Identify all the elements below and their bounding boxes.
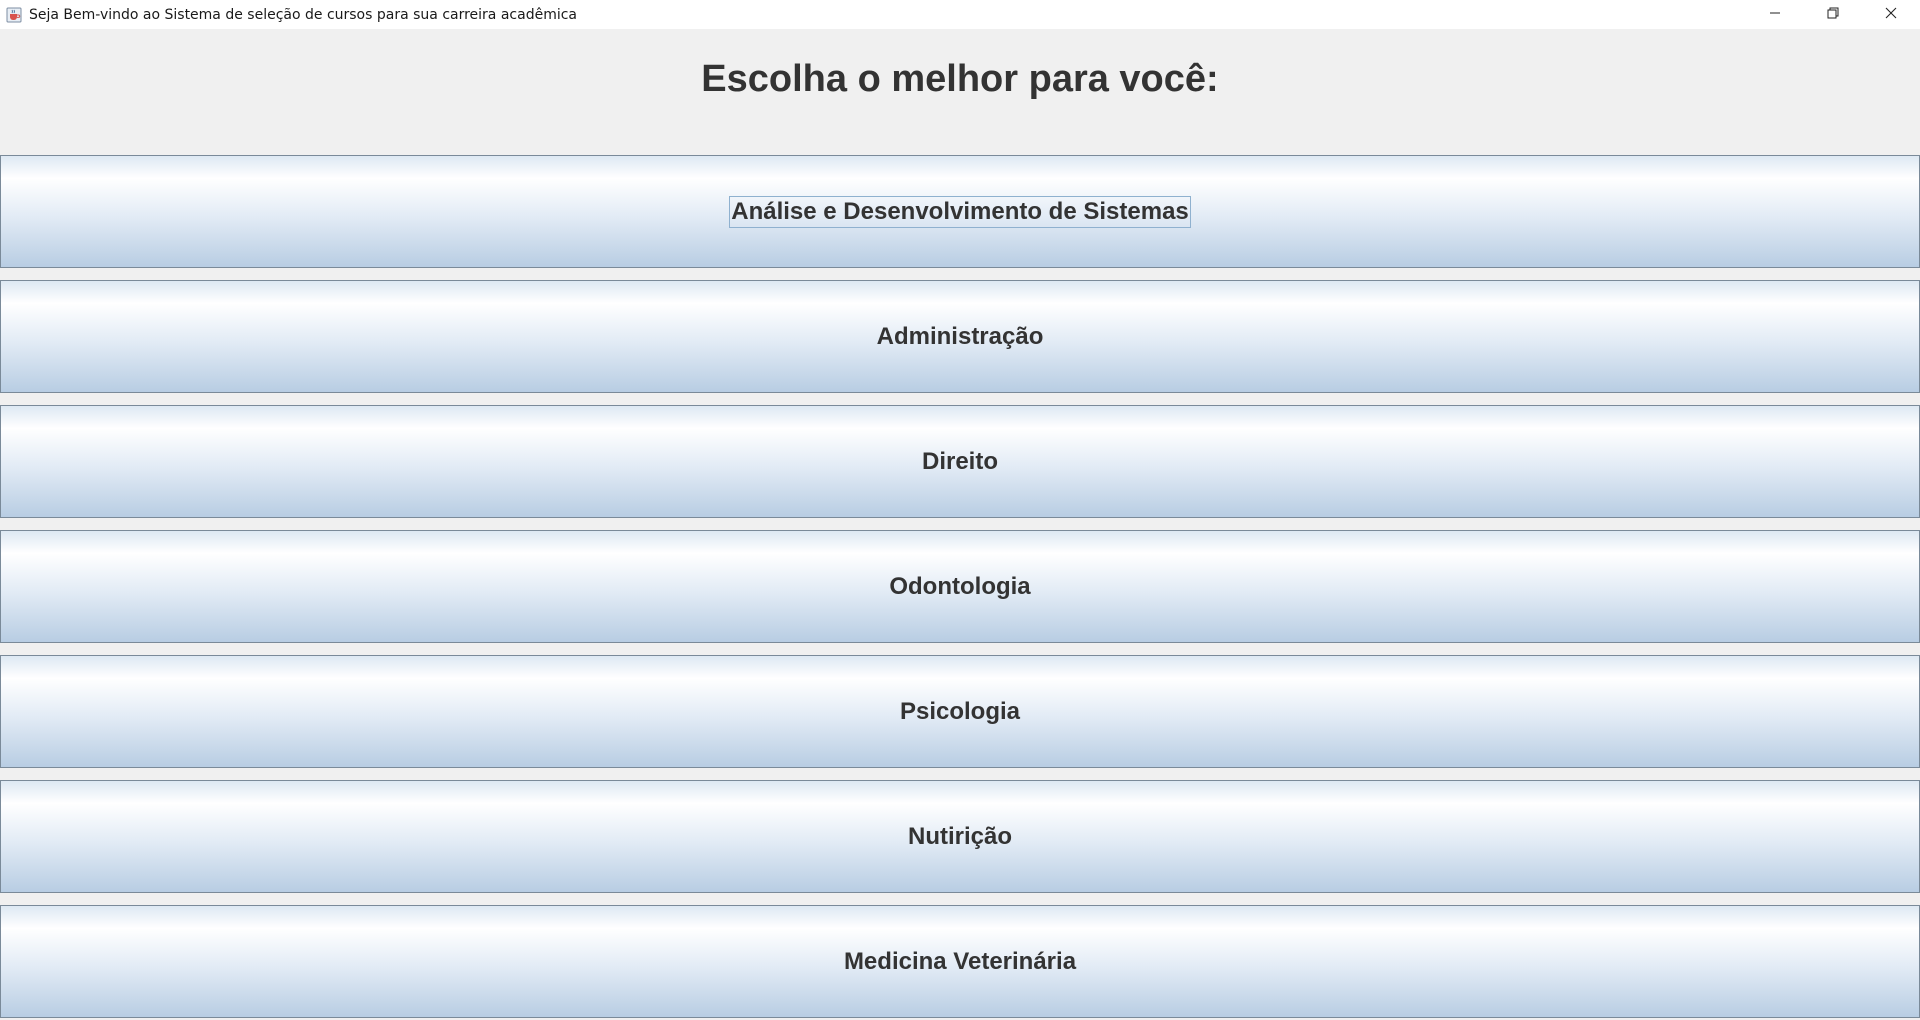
course-label: Psicologia — [899, 697, 1021, 725]
course-button-ads[interactable]: Análise e Desenvolvimento de Sistemas — [0, 155, 1920, 268]
course-label: Medicina Veterinária — [843, 947, 1077, 975]
restore-icon — [1827, 6, 1839, 24]
page-title: Escolha o melhor para você: — [701, 58, 1219, 100]
course-label: Nutirição — [907, 822, 1012, 850]
window-titlebar[interactable]: Seja Bem-vindo ao Sistema de seleção de … — [0, 0, 1920, 29]
course-button-odontologia[interactable]: Odontologia — [0, 530, 1920, 643]
course-label: Odontologia — [889, 572, 1031, 600]
course-button-psicologia[interactable]: Psicologia — [0, 655, 1920, 768]
minimize-icon — [1769, 6, 1781, 24]
course-button-administracao[interactable]: Administração — [0, 280, 1920, 393]
java-cup-icon — [4, 5, 23, 24]
course-button-direito[interactable]: Direito — [0, 405, 1920, 518]
restore-button[interactable] — [1804, 0, 1862, 29]
course-button-nutricao[interactable]: Nutirição — [0, 780, 1920, 893]
course-button-medicina-veterinaria[interactable]: Medicina Veterinária — [0, 905, 1920, 1018]
course-label: Administração — [876, 322, 1044, 350]
course-label: Direito — [921, 447, 998, 475]
header-area: Escolha o melhor para você: — [0, 29, 1920, 154]
window-controls — [1746, 0, 1920, 29]
minimize-button[interactable] — [1746, 0, 1804, 29]
window-title: Seja Bem-vindo ao Sistema de seleção de … — [29, 6, 577, 23]
close-icon — [1885, 6, 1897, 24]
course-label: Análise e Desenvolvimento de Sistemas — [729, 195, 1191, 228]
close-button[interactable] — [1862, 0, 1920, 29]
